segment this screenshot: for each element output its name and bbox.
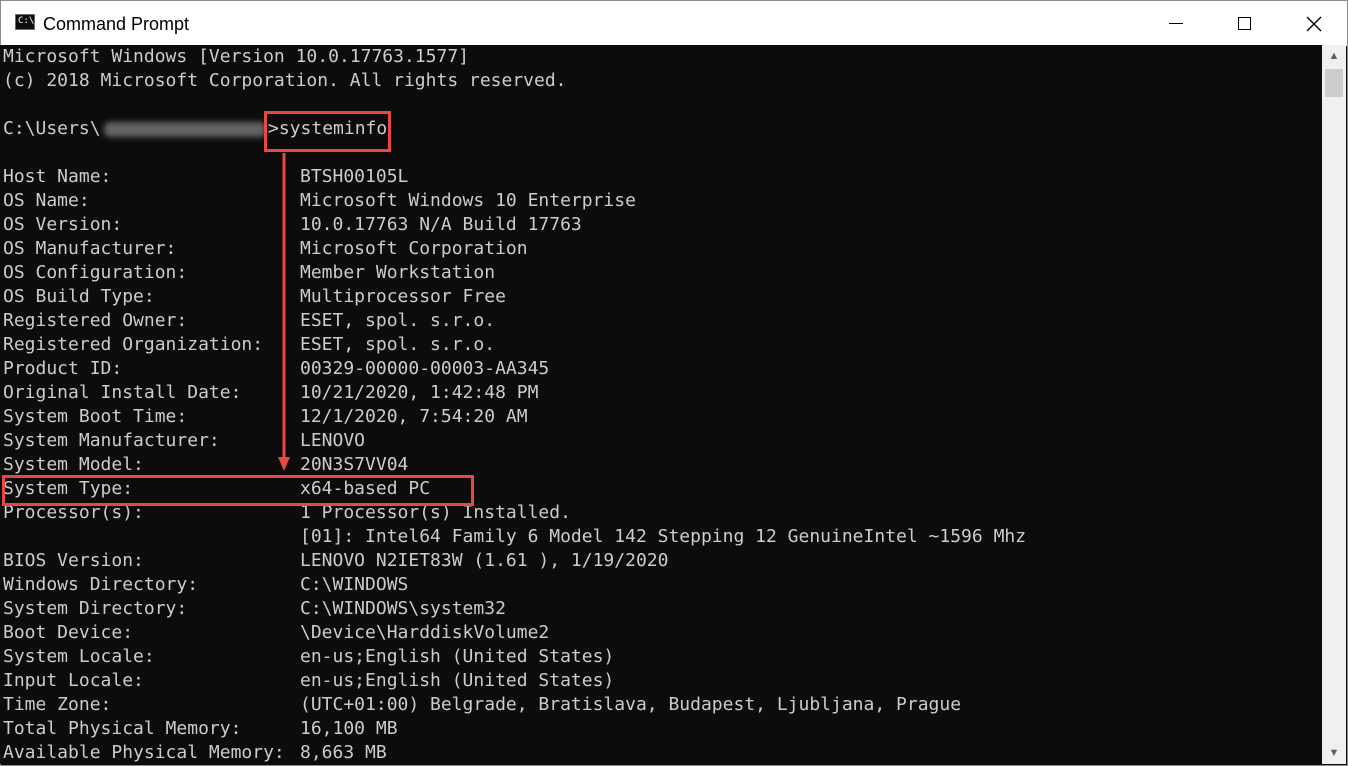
row-label: System Manufacturer: <box>3 430 220 451</box>
console-header-line: (c) 2018 Microsoft Corporation. All righ… <box>3 70 567 91</box>
minimize-icon <box>1169 23 1183 24</box>
vertical-scrollbar[interactable]: ▲ ▼ <box>1322 45 1346 764</box>
scroll-thumb[interactable] <box>1325 69 1343 97</box>
console-output[interactable]: Microsoft Windows [Version 10.0.17763.15… <box>0 45 1322 764</box>
row-value: C:\WINDOWS <box>300 574 409 595</box>
row-value: 10.0.17763 N/A Build 17763 <box>300 214 582 235</box>
command-highlight-box <box>264 111 391 152</box>
row-label: Input Locale: <box>3 670 144 691</box>
row-value: LENOVO N2IET83W (1.61 ), 1/19/2020 <box>300 550 669 571</box>
row-value: 16,100 MB <box>300 718 398 739</box>
row-value: en-us;English (United States) <box>300 670 615 691</box>
row-value: Member Workstation <box>300 262 496 283</box>
row-label: Registered Organization: <box>3 334 264 355</box>
title-bar[interactable]: C:\_ Command Prompt <box>1 1 1347 46</box>
console-header-line: Microsoft Windows [Version 10.0.17763.15… <box>3 46 469 67</box>
scroll-up-icon[interactable]: ▲ <box>1322 45 1346 67</box>
redacted-username <box>104 122 266 137</box>
row-label: Boot Device: <box>3 622 134 643</box>
row-label: Original Install Date: <box>3 382 242 403</box>
row-value: (UTC+01:00) Belgrade, Bratislava, Budape… <box>300 694 962 715</box>
row-value: Microsoft Windows 10 Enterprise <box>300 190 636 211</box>
row-value: ESET, spol. s.r.o. <box>300 334 496 355</box>
row-value: 10/21/2020, 1:42:48 PM <box>300 382 539 403</box>
maximize-icon <box>1237 17 1251 30</box>
row-value: Multiprocessor Free <box>300 286 506 307</box>
row-value: BTSH00105L <box>300 166 409 187</box>
scroll-down-icon[interactable]: ▼ <box>1322 742 1346 764</box>
close-button[interactable] <box>1291 1 1337 46</box>
row-value: 8,663 MB <box>300 742 387 763</box>
close-icon <box>1306 16 1322 31</box>
row-value: 00329-00000-00003-AA345 <box>300 358 550 379</box>
row-label: OS Configuration: <box>3 262 188 283</box>
row-label: OS Build Type: <box>3 286 155 307</box>
cmd-app-icon: C:\_ <box>15 14 40 30</box>
row-value: Microsoft Corporation <box>300 238 528 259</box>
prompt-line: C:\Users\ >systeminfo <box>3 117 387 141</box>
row-value: en-us;English (United States) <box>300 646 615 667</box>
system-type-highlight-box <box>2 475 474 506</box>
row-label: Registered Owner: <box>3 310 188 331</box>
row-label: System Locale: <box>3 646 155 667</box>
row-value: [01]: Intel64 Family 6 Model 142 Steppin… <box>300 526 1027 547</box>
row-label: OS Name: <box>3 190 90 211</box>
row-label: Available Physical Memory: <box>3 742 285 763</box>
row-value: ESET, spol. s.r.o. <box>300 310 496 331</box>
row-label: OS Manufacturer: <box>3 238 177 259</box>
row-value: 12/1/2020, 7:54:20 AM <box>300 406 528 427</box>
annotation-arrow <box>278 153 290 471</box>
row-value: C:\WINDOWS\system32 <box>300 598 506 619</box>
row-label: Host Name: <box>3 166 112 187</box>
row-label: BIOS Version: <box>3 550 144 571</box>
row-label: System Boot Time: <box>3 406 188 427</box>
window-title: Command Prompt <box>43 14 190 34</box>
row-label: Time Zone: <box>3 694 112 715</box>
row-label: System Model: <box>3 454 144 475</box>
prompt-prefix: C:\Users\ <box>3 118 101 139</box>
row-label: Product ID: <box>3 358 123 379</box>
maximize-button[interactable] <box>1221 1 1267 46</box>
row-label: Windows Directory: <box>3 574 199 595</box>
row-value: LENOVO <box>300 430 366 451</box>
row-label: System Directory: <box>3 598 188 619</box>
row-value: \Device\HarddiskVolume2 <box>300 622 550 643</box>
minimize-button[interactable] <box>1153 1 1199 46</box>
row-value: 20N3S7VV04 <box>300 454 409 475</box>
row-label: OS Version: <box>3 214 123 235</box>
row-label: Total Physical Memory: <box>3 718 242 739</box>
